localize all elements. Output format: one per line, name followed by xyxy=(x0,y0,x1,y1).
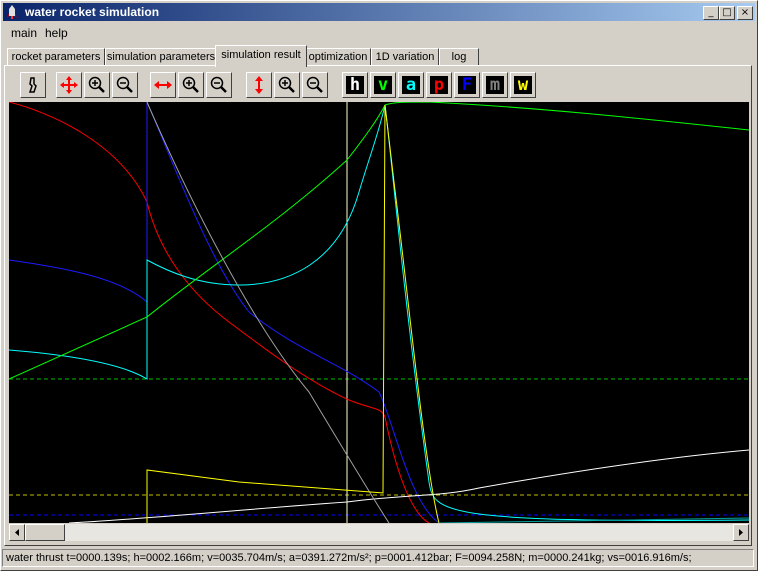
toggle-w-button[interactable]: w xyxy=(510,72,536,98)
menu-main[interactable]: main xyxy=(11,26,37,40)
tab-rocket-parameters[interactable]: rocket parameters xyxy=(7,48,105,66)
window-title: water rocket simulation xyxy=(25,5,160,19)
tab-1d-variation[interactable]: 1D variation xyxy=(371,48,439,66)
rocket-icon xyxy=(7,5,17,19)
height-curve xyxy=(68,449,749,523)
close-button[interactable]: × xyxy=(737,6,753,20)
tab-optimization[interactable]: optimization xyxy=(305,48,371,66)
velocity-curve xyxy=(9,102,749,380)
hand-pointer-icon xyxy=(28,77,37,93)
toggle-p-button[interactable]: p xyxy=(426,72,452,98)
menu-help-label: help xyxy=(45,26,68,40)
toggle-v-label: v xyxy=(374,76,392,94)
zoom-out-icon xyxy=(116,76,133,93)
simulation-plot[interactable] xyxy=(9,102,749,523)
acceleration-curve xyxy=(9,104,749,521)
tab-simulation-result[interactable]: simulation result xyxy=(215,45,307,67)
scroll-left-button[interactable] xyxy=(9,524,25,541)
zoom-in-vertical-button[interactable] xyxy=(274,72,300,98)
plot-canvas xyxy=(9,102,749,523)
tab-strip: rocket parameters simulation parameters … xyxy=(3,45,755,67)
arrow-left-icon xyxy=(15,529,19,536)
menu-main-label: main xyxy=(11,26,38,40)
toggle-h-label: h xyxy=(346,76,364,94)
pan-both-button[interactable] xyxy=(56,72,82,98)
zoom-in-icon xyxy=(88,76,105,93)
tab-simulation-parameters[interactable]: simulation parameters xyxy=(105,48,217,66)
zoom-out-horizontal-button[interactable] xyxy=(206,72,232,98)
pressure-curve xyxy=(9,102,430,523)
status-bar: water thrust t=0000.139s; h=0002.166m; v… xyxy=(2,549,754,567)
toggle-m-label: m xyxy=(486,76,504,94)
toggle-a-label: a xyxy=(402,76,420,94)
zoom-out-both-button[interactable] xyxy=(112,72,138,98)
toggle-v-button[interactable]: v xyxy=(370,72,396,98)
scroll-right-button[interactable] xyxy=(733,524,749,541)
menu-bar: main help xyxy=(3,23,755,43)
toggle-f-label: F xyxy=(458,76,476,94)
toggle-h-button[interactable]: h xyxy=(342,72,368,98)
pointer-tool-button[interactable] xyxy=(20,72,46,98)
vertical-arrows-icon xyxy=(255,76,263,94)
zoom-out-icon xyxy=(210,76,227,93)
toggle-a-button[interactable]: a xyxy=(398,72,424,98)
maximize-button[interactable]: □ xyxy=(719,6,735,20)
status-text: water thrust t=0000.139s; h=0002.166m; v… xyxy=(6,552,692,564)
thrust-curve xyxy=(9,102,440,523)
minimize-button[interactable]: _ xyxy=(703,6,719,20)
mass-curve xyxy=(146,102,390,523)
zoom-out-vertical-button[interactable] xyxy=(302,72,328,98)
toggle-f-button[interactable]: F xyxy=(454,72,480,98)
pan-horizontal-button[interactable] xyxy=(150,72,176,98)
zoom-out-icon xyxy=(306,76,323,93)
horizontal-arrows-icon xyxy=(154,81,172,89)
arrow-right-icon xyxy=(739,529,743,536)
zoom-in-horizontal-button[interactable] xyxy=(178,72,204,98)
move-icon xyxy=(60,76,78,94)
toggle-m-button[interactable]: m xyxy=(482,72,508,98)
zoom-in-both-button[interactable] xyxy=(84,72,110,98)
zoom-in-icon xyxy=(278,76,295,93)
menu-help[interactable]: help xyxy=(45,26,68,40)
toggle-p-label: p xyxy=(430,76,448,94)
horizontal-scrollbar[interactable] xyxy=(9,524,749,541)
zoom-in-icon xyxy=(182,76,199,93)
toggle-w-label: w xyxy=(514,76,532,94)
plot-toolbar: h v a p F m w xyxy=(8,70,750,102)
scroll-thumb[interactable] xyxy=(25,524,65,541)
tab-log[interactable]: log xyxy=(439,48,479,66)
title-bar[interactable]: water rocket simulation _ □ × xyxy=(3,3,755,21)
pan-vertical-button[interactable] xyxy=(246,72,272,98)
